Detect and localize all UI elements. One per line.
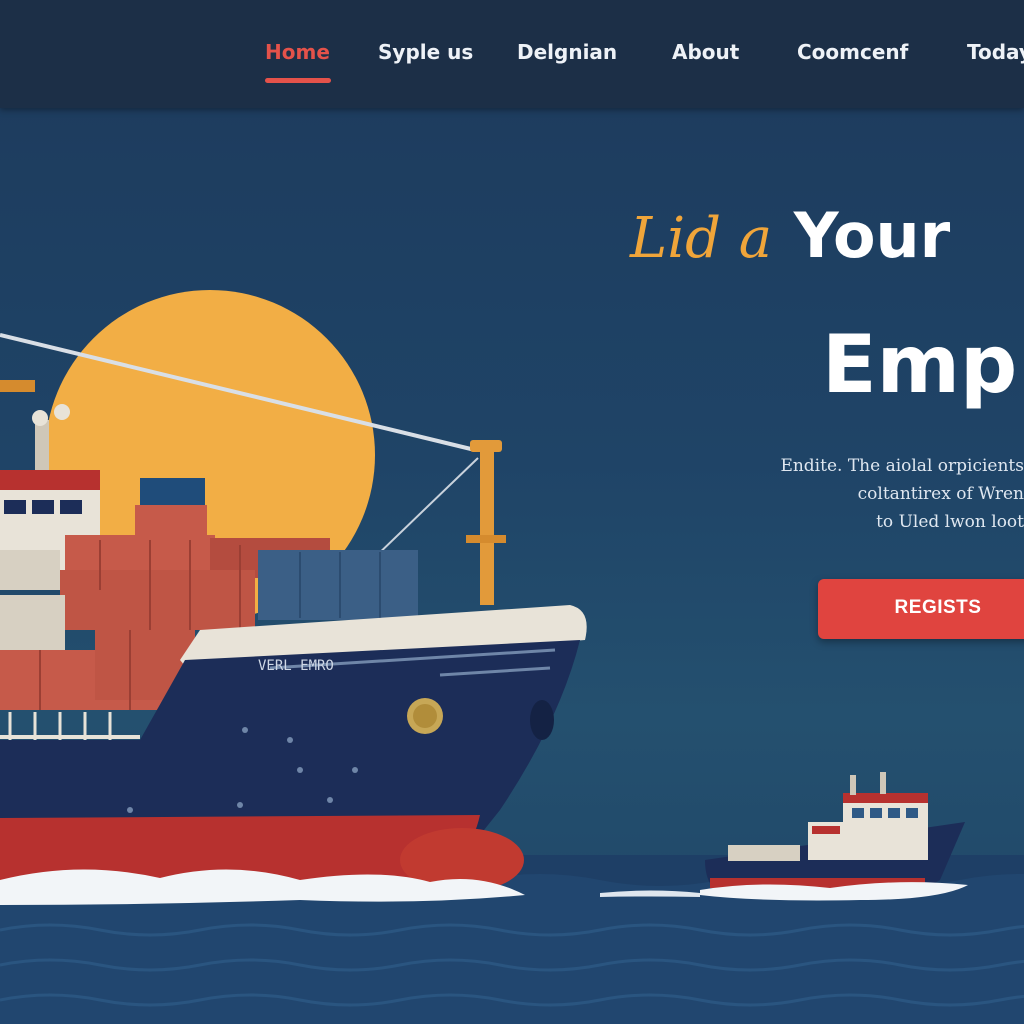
- hero-description-line: coltantirex of Wren: [857, 484, 1024, 504]
- nav-item-label: Home: [265, 40, 330, 64]
- nav-item-label: Delgnian: [517, 40, 618, 64]
- nav-item-about[interactable]: About: [672, 40, 739, 64]
- nav-item-label: Syple us: [378, 40, 474, 64]
- hero-title-accent: Lid a: [630, 206, 773, 271]
- rigging-line-2: [371, 457, 479, 561]
- nav-item-home[interactable]: Home: [265, 40, 331, 83]
- hero-title-strong: Your: [793, 199, 951, 272]
- register-button[interactable]: REGISTS: [818, 579, 1024, 639]
- nav-item-coomcenf[interactable]: Coomcenf: [797, 40, 908, 64]
- hero-description-line: Endite. The aiolal orpicients: [780, 456, 1024, 476]
- nav-item-label: About: [672, 40, 740, 64]
- active-nav-indicator: [265, 78, 331, 83]
- register-button-label: REGISTS: [894, 597, 982, 618]
- hero-title: Lid a Your: [630, 205, 950, 267]
- nav-item-label: Today: [967, 40, 1024, 64]
- hero-description-line: to Uled lwon loot: [876, 512, 1024, 532]
- nav-item-delgnian[interactable]: Delgnian: [517, 40, 617, 64]
- hero-title-line2: Emp: [822, 318, 1018, 411]
- hero-description: Endite. The aiolal orpicients coltantire…: [745, 452, 1024, 536]
- landing-page: VERL EMRO Home Syple us Delgnian About C…: [0, 0, 1024, 1024]
- nav-item-syple-us[interactable]: Syple us: [378, 40, 473, 64]
- top-navbar: Home Syple us Delgnian About Coomcenf To…: [0, 0, 1024, 108]
- nav-item-today[interactable]: Today: [967, 40, 1024, 64]
- nav-item-label: Coomcenf: [797, 40, 909, 64]
- ship-name-text: VERL EMRO: [258, 658, 334, 674]
